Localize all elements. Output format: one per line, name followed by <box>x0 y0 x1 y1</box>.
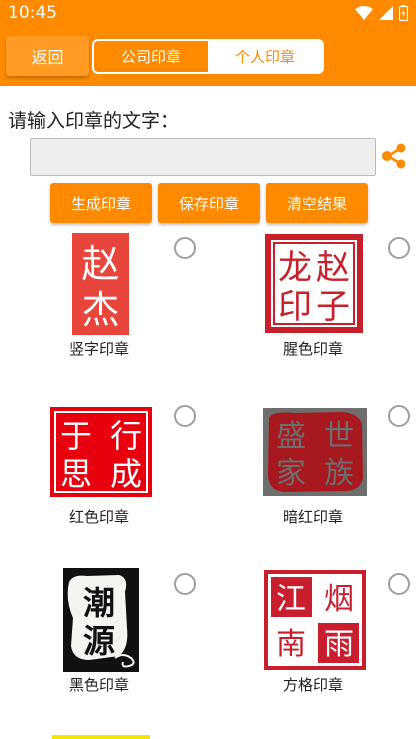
seal-item-deep-red[interactable]: 龙 赵 印 子 腥色印章 <box>208 228 416 396</box>
battery-icon <box>399 5 408 21</box>
seal-char: 雨 <box>324 627 354 662</box>
seal-caption: 黑色印章 <box>69 676 130 694</box>
seal-item-red[interactable]: 行 成 于 思 红色印章 <box>0 396 208 564</box>
seal-char: 赵 <box>316 248 350 288</box>
seal-item-grid[interactable]: 烟 雨 江 南 方格印章 <box>208 564 416 732</box>
seal-char: 源 <box>83 622 115 660</box>
share-icon[interactable] <box>380 142 408 170</box>
seal-radio-vertical[interactable] <box>174 237 196 259</box>
seal-caption: 腥色印章 <box>283 340 344 358</box>
seal-image-dark-red: 世 族 盛 家 <box>263 408 367 496</box>
clear-results-button[interactable]: 清空结果 <box>266 183 368 223</box>
seal-char: 族 <box>324 456 354 491</box>
save-seal-button[interactable]: 保存印章 <box>158 183 260 223</box>
seal-char: 子 <box>316 287 350 327</box>
seal-image-red: 行 成 于 思 <box>50 407 152 497</box>
seal-item-dark-red[interactable]: 世 族 盛 家 暗红印章 <box>208 396 416 564</box>
seal-char: 南 <box>276 627 306 662</box>
seal-char: 赵 <box>81 242 119 286</box>
seal-char: 家 <box>276 456 306 491</box>
input-prompt: 请输入印章的文字： <box>8 110 180 132</box>
seal-text-input[interactable] <box>30 138 376 176</box>
seal-image-vertical: 赵 杰 <box>72 233 129 335</box>
seal-item-vertical[interactable]: 赵 杰 竖字印章 <box>0 228 208 396</box>
system-icons <box>355 5 408 21</box>
seal-type-tabs: 公司印章 个人印章 <box>92 39 324 74</box>
seal-char: 盛 <box>276 419 306 454</box>
app-header: 10:45 返回 公司印章 个人印章 <box>0 0 416 86</box>
seal-item-next-partial[interactable] <box>52 735 150 739</box>
seal-caption: 方格印章 <box>283 676 344 694</box>
seal-image-grid: 烟 雨 江 南 <box>264 570 366 670</box>
seal-char: 杰 <box>81 288 119 332</box>
seal-caption: 红色印章 <box>69 508 130 526</box>
tab-personal-seal[interactable]: 个人印章 <box>208 41 322 72</box>
back-button[interactable]: 返回 <box>6 36 89 76</box>
seal-char: 行 <box>110 417 142 455</box>
seal-char: 思 <box>60 455 92 493</box>
status-bar: 10:45 <box>0 0 416 28</box>
seal-char: 成 <box>110 455 142 493</box>
seal-radio-grid[interactable] <box>388 573 410 595</box>
seal-image-black: 潮 源 <box>63 568 139 672</box>
tab-company-seal[interactable]: 公司印章 <box>94 41 208 72</box>
seal-char: 世 <box>324 419 354 454</box>
seal-char: 江 <box>276 582 306 617</box>
seal-char: 印 <box>278 287 312 327</box>
seal-image-deep-red: 龙 赵 印 子 <box>265 234 363 333</box>
seal-radio-deep-red[interactable] <box>388 237 410 259</box>
seal-caption: 暗红印章 <box>283 508 344 526</box>
seal-item-black[interactable]: 潮 源 黑色印章 <box>0 564 208 732</box>
action-buttons: 生成印章 保存印章 清空结果 <box>50 183 368 223</box>
seal-char: 烟 <box>324 582 354 617</box>
generate-seal-button[interactable]: 生成印章 <box>50 183 152 223</box>
seal-radio-black[interactable] <box>174 573 196 595</box>
seal-char: 龙 <box>278 248 312 288</box>
status-time: 10:45 <box>8 3 57 23</box>
seal-char: 于 <box>60 417 92 455</box>
signal-icon <box>379 6 393 20</box>
seal-radio-red[interactable] <box>174 405 196 427</box>
seal-caption: 竖字印章 <box>69 340 130 358</box>
seal-radio-dark-red[interactable] <box>388 405 410 427</box>
seal-char: 潮 <box>83 584 115 622</box>
wifi-icon <box>355 6 373 20</box>
